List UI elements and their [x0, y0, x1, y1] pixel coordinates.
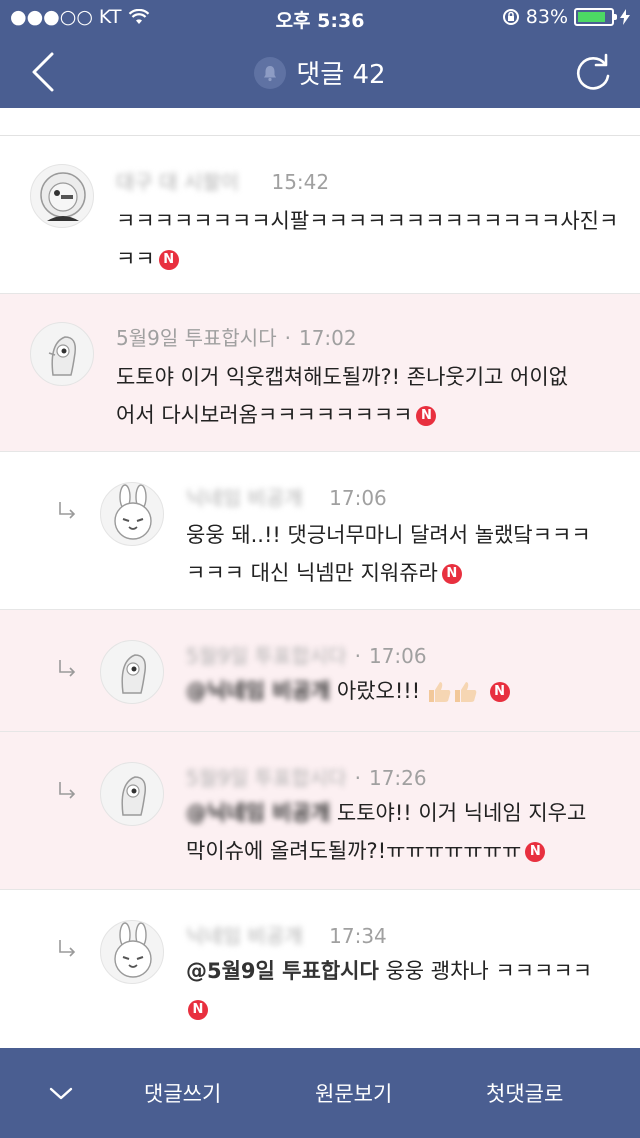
new-badge: N — [525, 842, 546, 862]
character-avatar-icon — [121, 776, 147, 816]
reply-item[interactable]: 닉네임 비공개 17:34 @5월9일 투표합시다 웅웅 괭차나 ㅋㅋㅋㅋㅋ N — [0, 890, 640, 1048]
comment-text-line: 아랐오!!! — [336, 679, 421, 703]
avatar[interactable] — [30, 164, 94, 228]
reply-item[interactable]: 닉네임 비공개 17:06 웅웅 돼..!! 댓긍너무마니 달려서 놀랬닼ㅋㅋㅋ… — [0, 452, 640, 610]
avatar[interactable] — [100, 920, 164, 984]
comment-author[interactable]: 닉네임 비공개 — [186, 486, 303, 510]
comment-text-line: 막이슈에 올려도될까?!ㅠㅠㅠㅠㅠㅠㅠ — [186, 839, 522, 863]
bell-icon[interactable] — [254, 56, 287, 89]
avatar[interactable] — [100, 762, 164, 826]
character-avatar-icon — [40, 172, 86, 221]
reply-item[interactable]: 5월9일 투표합시다 · 17:06 @닉네임 비공개 아랐오!!! N — [0, 610, 640, 732]
battery-percent: 83% — [525, 6, 568, 28]
first-comment-button[interactable]: 첫댓글로 — [486, 1078, 563, 1108]
comment-time: 17:06 — [368, 644, 427, 668]
comment-time: 17:02 — [298, 326, 357, 350]
comment-text-line: 어서 다시보러옴ㅋㅋㅋㅋㅋㅋㅋㅋ — [116, 403, 413, 427]
new-badge: N — [158, 250, 179, 270]
comment-author[interactable]: 닉네임 비공개 — [186, 924, 303, 948]
comment-text-line: 도토야 이거 익웃캡쳐해도될까?! 존나웃기고 어이없 — [116, 365, 568, 389]
status-bar: ●●●○○ KT 오후 5:36 83% — [0, 0, 640, 36]
avatar[interactable] — [100, 482, 164, 546]
comment-time: 15:42 — [271, 170, 330, 194]
comment-text-line: 웅웅 돼..!! 댓긍너무마니 달려서 놀랬닼ㅋㅋㅋ — [186, 523, 591, 547]
thumbs-up-icon — [428, 682, 451, 702]
page-title: 댓글 42 — [296, 60, 386, 90]
comment-text-line: ㅋㅋㅋㅋㅋㅋㅋㅋ시팔ㅋㅋㅋㅋㅋㅋㅋㅋㅋㅋㅋㅋㅋ사진ㅋ — [116, 209, 619, 233]
comment-time: 17:26 — [368, 766, 427, 790]
new-badge: N — [416, 406, 437, 426]
character-avatar-icon — [121, 654, 147, 694]
comment-author[interactable]: 5월9일 투표합시다 — [186, 644, 347, 668]
comment-text-line: ㅋㅋㅋ 대신 닉넴만 지워쥬라 — [186, 561, 438, 585]
mention-link[interactable]: @닉네임 비공개 — [186, 679, 330, 703]
comment-author[interactable]: 대구 대 시팔이 — [116, 170, 239, 194]
write-comment-button[interactable]: 댓글쓰기 — [144, 1078, 221, 1108]
comment-item[interactable]: 대구 대 시팔이 15:42 ㅋㅋㅋㅋㅋㅋㅋㅋ시팔ㅋㅋㅋㅋㅋㅋㅋㅋㅋㅋㅋㅋㅋ사진… — [0, 136, 640, 294]
new-badge: N — [441, 564, 462, 584]
battery-icon — [574, 8, 617, 26]
comment-author[interactable]: 5월9일 투표합시다 — [186, 766, 347, 790]
comment-text-line: 웅웅 괭차나 ㅋㅋㅋㅋㅋ — [385, 959, 593, 983]
comment-time: 17:34 — [329, 924, 387, 948]
nav-bar: 댓글 42 — [0, 36, 640, 108]
reply-item[interactable]: 5월9일 투표합시다 · 17:26 @닉네임 비공개 도토야!! 이거 닉네임 지… — [0, 732, 640, 890]
comment-item[interactable]: 5월9일 투표합시다 · 17:02 도토야 이거 익웃캡쳐해도될까?! 존나웃기고… — [0, 294, 640, 452]
rotation-lock-icon — [502, 9, 519, 25]
refresh-icon[interactable] — [572, 52, 614, 94]
charging-icon — [620, 9, 630, 25]
list-top-spacer — [0, 108, 640, 136]
bottom-toolbar: 댓글쓰기 원문보기 첫댓글로 — [0, 1048, 640, 1138]
chevron-down-icon[interactable] — [48, 1080, 74, 1106]
new-badge: N — [188, 1000, 208, 1020]
reply-arrow-icon — [59, 782, 76, 799]
view-original-button[interactable]: 원문보기 — [315, 1078, 392, 1108]
thumbs-up-icon — [454, 682, 477, 702]
character-avatar-icon — [48, 336, 77, 376]
new-badge: N — [489, 682, 510, 702]
comment-author[interactable]: 5월9일 투표합시다 — [116, 326, 277, 350]
reply-arrow-icon — [59, 940, 76, 957]
comment-time: 17:06 — [329, 486, 387, 510]
comment-text-line: ㅋㅋ — [116, 247, 155, 271]
mention-link[interactable]: @닉네임 비공개 — [186, 801, 330, 825]
reply-arrow-icon — [59, 502, 76, 519]
rabbit-avatar-icon — [114, 484, 152, 540]
comment-list[interactable]: 대구 대 시팔이 15:42 ㅋㅋㅋㅋㅋㅋㅋㅋ시팔ㅋㅋㅋㅋㅋㅋㅋㅋㅋㅋㅋㅋㅋ사진… — [0, 108, 640, 1048]
comment-text-line: 도토야!! 이거 닉네임 지우고 — [336, 801, 587, 825]
avatar[interactable] — [100, 640, 164, 704]
avatar[interactable] — [30, 322, 94, 386]
rabbit-avatar-icon — [114, 922, 152, 978]
reply-arrow-icon — [59, 660, 76, 677]
mention-link[interactable]: @5월9일 투표합시다 — [186, 959, 379, 983]
